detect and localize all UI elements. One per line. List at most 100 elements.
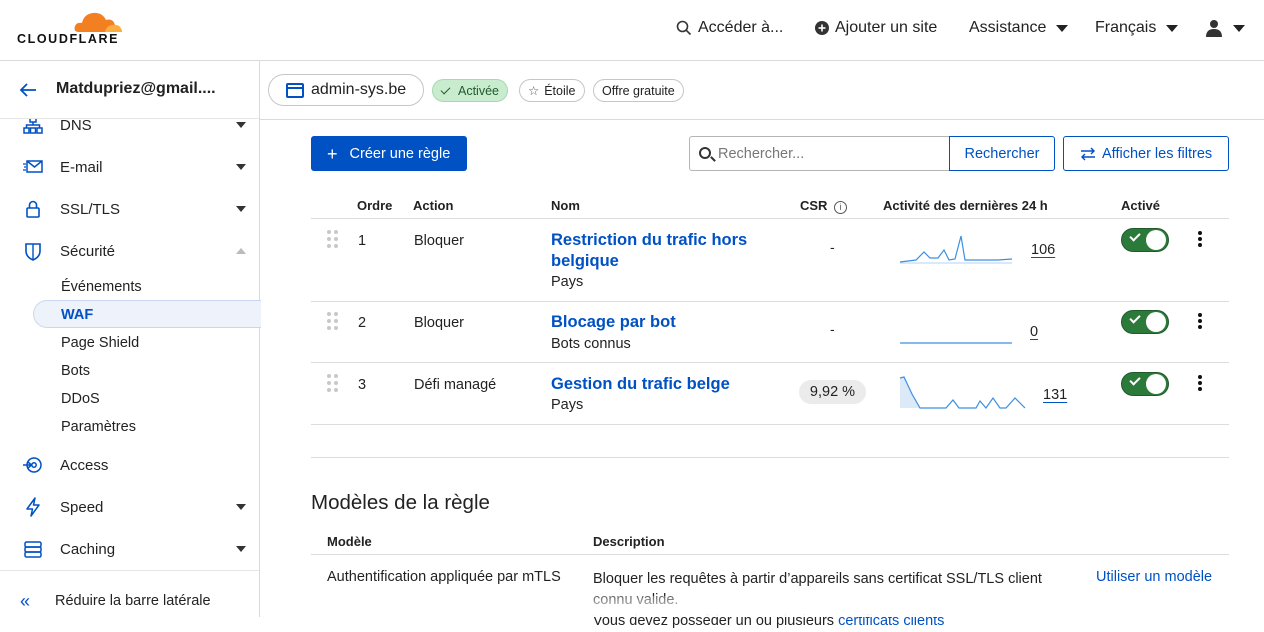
search-button[interactable]: Rechercher (949, 136, 1055, 171)
user-menu[interactable] (1205, 19, 1245, 37)
sidebar-subitem-events[interactable]: Événements (61, 279, 142, 295)
lightning-icon (26, 497, 40, 517)
drag-handle-icon[interactable] (327, 312, 339, 332)
search-input[interactable] (718, 144, 938, 164)
rule-action: Bloquer (414, 233, 464, 249)
sidebar-subitem-settings[interactable]: Paramètres (61, 419, 136, 435)
rule-subtitle: Pays (551, 274, 584, 290)
language-label: Français (1095, 19, 1157, 36)
support-label: Assistance (969, 19, 1047, 36)
sidebar-subitem-ddos[interactable]: DDoS (61, 391, 100, 407)
rule-name-line: belgique (551, 252, 619, 270)
activity-count-link[interactable]: 0 (1030, 324, 1038, 340)
account-name[interactable]: Matdupriez@gmail.... (56, 80, 216, 98)
cloudflare-logo[interactable]: CLOUDFLARE (17, 8, 127, 48)
rule-name-link[interactable]: Restriction du trafic hors belgique (551, 230, 747, 272)
status-label: Activée (458, 83, 499, 98)
chevron-down-icon (1166, 24, 1179, 32)
more-options-icon[interactable] (1196, 231, 1204, 249)
access-icon (23, 457, 42, 473)
col-header-enabled: Activé (1121, 198, 1161, 213)
status-badge: Activée (432, 79, 508, 102)
add-site-label: Ajouter un site (835, 19, 938, 36)
divider (311, 457, 1229, 458)
sidebar: DNS E-mail SSL/TLS Sécurité Événements W… (0, 61, 261, 617)
sidebar-item-speed[interactable]: Speed (0, 489, 259, 525)
chevron-down-icon (236, 122, 246, 128)
rule-enabled-toggle[interactable] (1121, 310, 1169, 334)
sidebar-item-access[interactable]: Access (0, 447, 259, 483)
chevron-down-icon (236, 164, 246, 170)
sidebar-item-email[interactable]: E-mail (0, 149, 259, 185)
info-icon[interactable]: i (834, 201, 848, 214)
drag-handle-icon[interactable] (327, 230, 339, 250)
drag-handle-icon[interactable] (327, 374, 339, 394)
more-options-icon[interactable] (1196, 313, 1204, 331)
check-icon (1129, 374, 1141, 386)
sidebar-item-label: Caching (60, 540, 116, 558)
chevron-down-icon (1233, 24, 1245, 32)
rule-order: 3 (358, 377, 367, 393)
use-template-link[interactable]: Utiliser un modèle (1096, 569, 1212, 585)
show-filters-button[interactable]: Afficher les filtres (1063, 136, 1229, 171)
divider (311, 301, 1229, 302)
user-icon (1206, 20, 1222, 37)
sidebar-item-ssl-tls[interactable]: SSL/TLS (0, 191, 259, 227)
chevron-down-icon (236, 206, 246, 212)
back-arrow-icon[interactable] (18, 80, 38, 100)
create-rule-label: Créer une règle (349, 145, 451, 162)
create-rule-button[interactable]: + Créer une règle (311, 136, 467, 171)
language-menu[interactable]: Français (1095, 19, 1179, 37)
divider (311, 554, 1229, 555)
rule-name-line: Gestion du trafic belge (551, 375, 730, 393)
logo-text: CLOUDFLARE (17, 32, 120, 46)
sidebar-item-label: SSL/TLS (60, 200, 121, 218)
col-header-action: Action (413, 198, 454, 213)
search-box (689, 136, 950, 171)
sidebar-item-label: Sécurité (60, 242, 116, 260)
sidebar-item-security[interactable]: Sécurité (0, 233, 259, 269)
col-header-csr: CSR i (800, 198, 848, 214)
rule-name-link[interactable]: Blocage par bot (551, 312, 676, 333)
col-header-description: Description (593, 534, 665, 549)
col-header-name: Nom (551, 198, 580, 213)
rule-order: 1 (358, 233, 367, 249)
chevron-up-icon (236, 248, 246, 254)
sidebar-subitem-page-shield[interactable]: Page Shield (61, 335, 139, 351)
divider (311, 218, 1229, 219)
activity-sparkline (900, 342, 1012, 344)
rule-action: Bloquer (414, 315, 464, 331)
sidebar-item-label: Speed (60, 498, 104, 516)
rule-csr-badge: 9,92 % (799, 380, 866, 404)
lock-icon (26, 200, 40, 218)
sidebar-item-caching[interactable]: Caching (0, 531, 259, 567)
col-header-csr-label: CSR (800, 198, 828, 213)
scroll-fade-overlay (260, 596, 1264, 617)
divider (311, 424, 1229, 425)
star-zone-button[interactable]: ☆ Étoile (519, 79, 585, 102)
caching-icon (24, 541, 42, 558)
collapse-sidebar-button[interactable]: « Réduire la barre latérale (0, 570, 259, 617)
plus-icon: + (327, 143, 338, 164)
goto-button[interactable]: Accéder à... (676, 19, 783, 37)
rule-action: Défi managé (414, 377, 497, 393)
double-chevron-left-icon: « (20, 591, 31, 611)
rule-enabled-toggle[interactable] (1121, 228, 1169, 252)
goto-label: Accéder à... (698, 19, 784, 36)
zone-selector[interactable]: admin-sys.be (268, 74, 424, 106)
more-options-icon[interactable] (1196, 375, 1204, 393)
check-icon (1129, 230, 1141, 242)
activity-count-link[interactable]: 106 (1031, 242, 1055, 258)
support-menu[interactable]: Assistance (969, 19, 1069, 37)
zone-header: admin-sys.be Activée ☆ Étoile Offre grat… (260, 61, 1264, 120)
rule-name-link[interactable]: Gestion du trafic belge (551, 374, 730, 395)
rule-enabled-toggle[interactable] (1121, 372, 1169, 396)
add-site-button[interactable]: Ajouter un site (815, 19, 937, 37)
plan-badge[interactable]: Offre gratuite (593, 79, 684, 102)
activity-count-link[interactable]: 131 (1043, 387, 1067, 403)
rule-order: 2 (358, 315, 367, 331)
chevron-down-icon (1056, 24, 1069, 32)
sidebar-subitem-waf[interactable]: WAF (61, 307, 93, 323)
sidebar-subitem-bots[interactable]: Bots (61, 363, 90, 379)
swap-arrows-icon (1081, 147, 1095, 160)
